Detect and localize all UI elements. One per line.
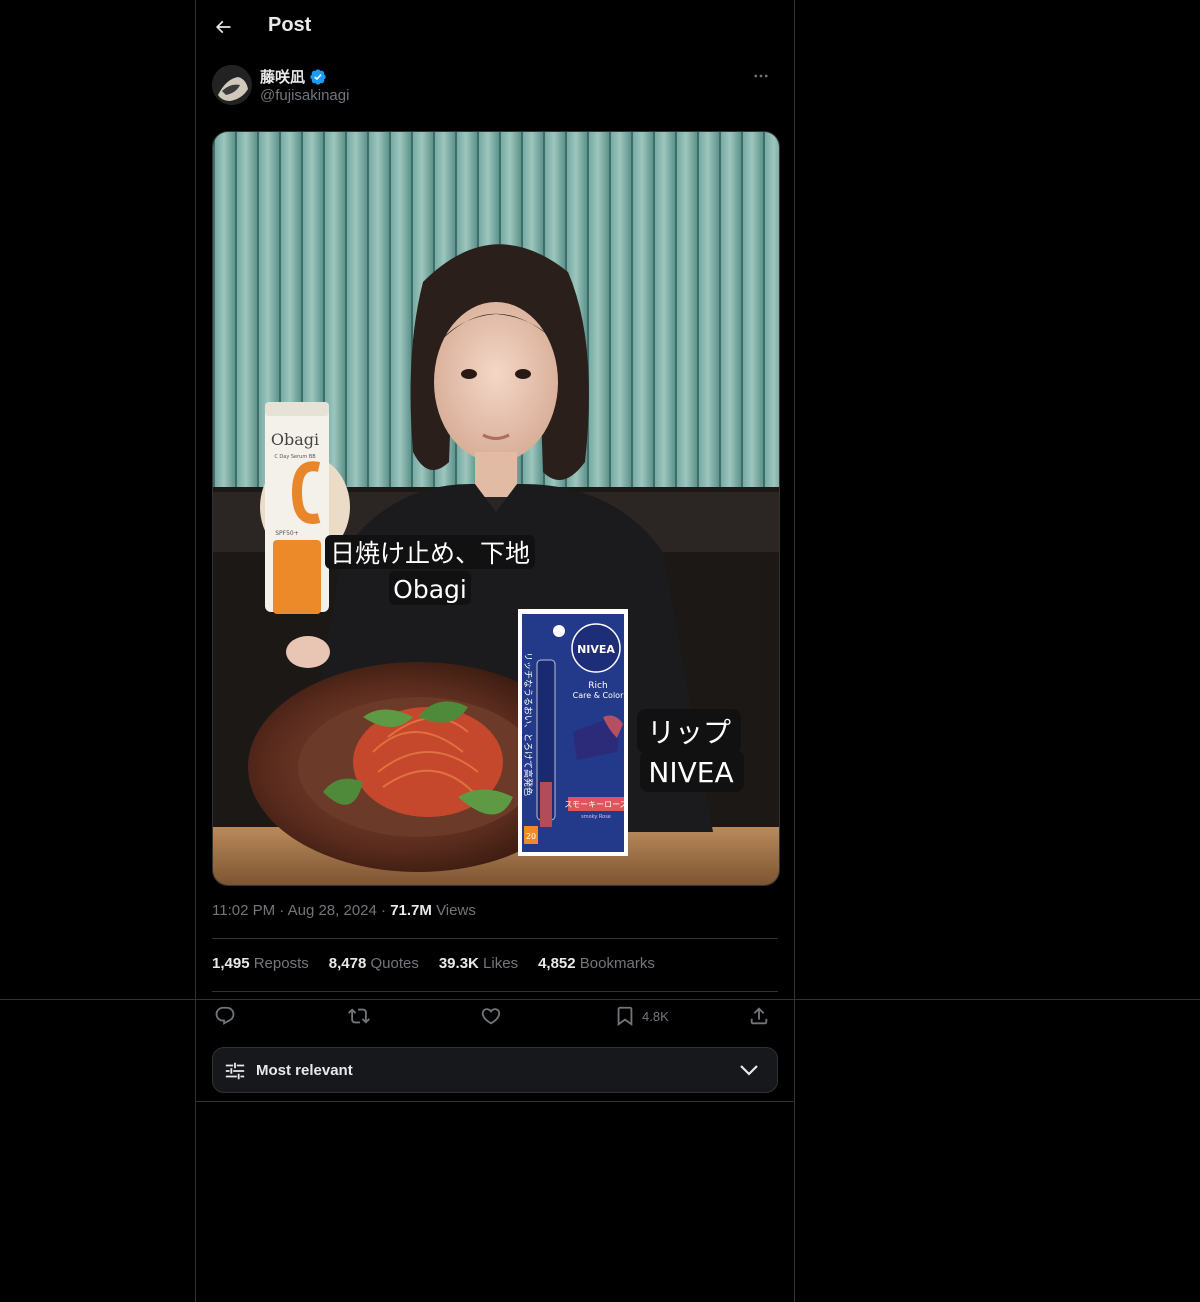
header: Post <box>196 0 794 54</box>
post-date[interactable]: Aug 28, 2024 <box>288 902 377 919</box>
bookmarks-count: 4,852 <box>538 955 576 972</box>
handle[interactable]: @fujisakinagi <box>260 87 349 104</box>
repost-icon <box>348 1008 370 1024</box>
divider <box>212 938 778 939</box>
avatar[interactable] <box>212 65 252 105</box>
nivea-brand: NIVEA <box>577 643 615 656</box>
like-button[interactable] <box>480 1002 502 1030</box>
overlay-right-line2: NIVEA <box>648 756 733 789</box>
back-button[interactable] <box>208 12 238 42</box>
nivea-shade: スモーキーローズ <box>564 799 628 809</box>
overlay-right-line1: リップ <box>647 716 731 749</box>
views-count: 71.7M <box>390 902 432 919</box>
post-meta: 11:02 PM · Aug 28, 2024 · 71.7M Views <box>212 902 476 919</box>
bookmarks-stat[interactable]: 4,852 Bookmarks <box>538 955 655 972</box>
meta-separator: · <box>279 902 285 919</box>
display-name-text: 藤咲凪 <box>260 69 306 86</box>
divider <box>196 1101 794 1102</box>
obagi-brand: Obagi <box>271 430 319 449</box>
sort-replies-dropdown[interactable]: Most relevant <box>212 1047 778 1093</box>
page-title: Post <box>268 14 312 36</box>
repost-button[interactable] <box>348 1002 370 1030</box>
overlay-left-line1: 日焼け止め、下地 <box>330 539 530 568</box>
likes-label: Likes <box>483 955 519 972</box>
nivea-spf: 20 <box>526 832 536 841</box>
views-label: Views <box>436 902 476 919</box>
likes-count: 39.3K <box>438 955 479 972</box>
obagi-sub: C Day Serum BB <box>274 454 316 460</box>
divider <box>212 991 778 992</box>
overlay-left-line2: Obagi <box>393 575 467 604</box>
verified-badge-icon <box>309 68 327 86</box>
meta-separator: · <box>381 902 387 919</box>
nivea-line2: Care & Color <box>573 691 624 700</box>
more-button[interactable] <box>744 64 778 88</box>
display-name[interactable]: 藤咲凪 <box>260 66 327 87</box>
main-column: Post 藤咲凪 @fujisakinagi 日焼け止め、下地 Obagi Ob… <box>195 0 795 1302</box>
chevron-down-icon <box>740 1065 758 1076</box>
reply-button[interactable] <box>214 1002 236 1030</box>
post-author: 藤咲凪 @fujisakinagi <box>212 64 778 108</box>
more-icon <box>754 74 768 78</box>
back-arrow-icon <box>215 20 231 34</box>
obagi-spf: SPF50+ <box>275 530 299 537</box>
post-time[interactable]: 11:02 PM <box>212 902 275 919</box>
sort-label: Most relevant <box>256 1062 353 1079</box>
engagement-stats: 1,495 Reposts 8,478 Quotes 39.3K Likes 4… <box>212 955 655 972</box>
sliders-icon <box>225 1062 245 1080</box>
share-icon <box>750 1007 768 1025</box>
bookmarks-label: Bookmarks <box>579 955 655 972</box>
nivea-line1: Rich <box>588 681 607 691</box>
reposts-label: Reposts <box>253 955 309 972</box>
nivea-vertical: リッチなうるおい、とろけて高発色 <box>522 652 534 796</box>
bookmark-button[interactable]: 4.8K <box>614 1002 669 1030</box>
quotes-stat[interactable]: 8,478 Quotes <box>329 955 419 972</box>
bookmark-count: 4.8K <box>642 1008 669 1024</box>
reposts-count: 1,495 <box>212 955 250 972</box>
bookmark-icon <box>617 1006 633 1027</box>
quotes-count: 8,478 <box>328 955 367 972</box>
post-image[interactable]: 日焼け止め、下地 Obagi Obagi C Day Serum BB SPF5… <box>212 131 780 886</box>
reposts-stat[interactable]: 1,495 Reposts <box>212 955 309 972</box>
likes-stat[interactable]: 39.3K Likes <box>439 955 518 972</box>
quotes-label: Quotes <box>370 955 419 972</box>
like-icon <box>481 1008 501 1025</box>
action-bar: 4.8K <box>212 1002 778 1030</box>
reply-icon <box>215 1006 235 1025</box>
share-button[interactable] <box>748 1002 770 1030</box>
nivea-shade-en: smoky Rose <box>581 814 611 820</box>
